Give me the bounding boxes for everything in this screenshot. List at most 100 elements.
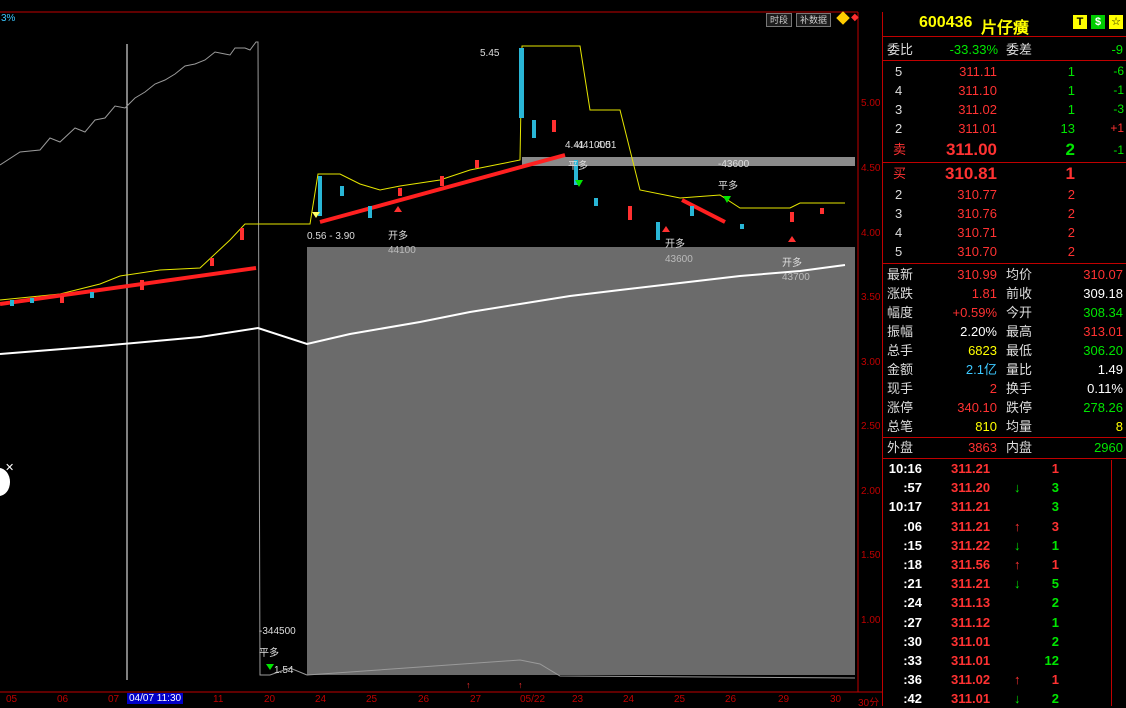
star-badge-icon[interactable]: ☆ — [1109, 15, 1123, 29]
tick-row[interactable]: :06 311.21 ↑ 3 — [883, 517, 1126, 536]
bid-row[interactable]: 4 310.71 2 — [883, 223, 1126, 242]
ask-row[interactable]: 3 311.02 1 -3 — [883, 100, 1126, 119]
outer-label: 外盘 — [887, 440, 914, 455]
trend-line-1 — [0, 266, 257, 306]
y-axis-label: 3.00 — [861, 357, 881, 368]
tick-price: 311.12 — [951, 614, 991, 630]
stat-label: 换手 — [1006, 381, 1033, 396]
x-axis-label: 26 — [418, 694, 430, 705]
ask-price: 311.10 — [958, 83, 997, 98]
bid-row[interactable]: 2 310.77 2 — [883, 185, 1126, 204]
y-axis-label: 2.50 — [861, 421, 881, 432]
signal-arrow-7 — [266, 664, 274, 670]
signal-value: 4.51 — [597, 140, 617, 151]
ask-row-best[interactable]: 卖 311.00 2 -1 — [883, 139, 1126, 161]
signal-range-label: 0.56 - 3.90 — [307, 231, 355, 242]
tick-volume: 1 — [1051, 672, 1059, 688]
tick-row[interactable]: :30 311.01 2 — [883, 632, 1126, 651]
stat-label: 最低 — [1006, 343, 1033, 358]
tick-arrow-icon: ↑ — [1014, 672, 1021, 688]
y-axis-label: 3.50 — [861, 292, 881, 303]
x-axis-label: 29 — [778, 694, 790, 705]
ask-level: 2 — [895, 121, 903, 136]
ask-row[interactable]: 2 311.01 13 +1 — [883, 119, 1126, 138]
tick-row[interactable]: 10:17 311.21 3 — [883, 497, 1126, 516]
tick-row[interactable]: :15 311.22 ↓ 1 — [883, 536, 1126, 555]
signal-price: 1.54 — [274, 665, 294, 676]
tick-price: 311.21 — [951, 576, 991, 592]
stat-value: 310.99 — [957, 267, 997, 282]
tick-row[interactable]: :18 311.56 ↑ 1 — [883, 555, 1126, 574]
ask-level: 4 — [895, 83, 903, 98]
tick-volume: 1 — [1051, 557, 1059, 572]
tick-row[interactable]: :27 311.12 1 — [883, 613, 1126, 632]
tick-time: 10:16 — [888, 461, 922, 476]
bid-price: 310.77 — [957, 187, 997, 202]
tick-row[interactable]: :57 311.20 ↓ 3 — [883, 478, 1126, 497]
bid-level: 3 — [895, 206, 903, 221]
tick-time: :18 — [903, 557, 922, 572]
tick-row[interactable]: :36 311.02 ↑ 1 — [883, 670, 1126, 689]
signal-kind: 开多 — [388, 231, 408, 242]
tick-volume: 1 — [1051, 537, 1059, 553]
bid-volume: 1 — [1065, 164, 1075, 183]
bid-level: 4 — [895, 225, 903, 240]
stat-row: 总手 6823 最低 306.20 — [883, 341, 1126, 360]
x-axis-label: 30 — [830, 694, 842, 705]
tick-row[interactable]: :42 311.01 ↓ 2 — [883, 689, 1126, 708]
signal-arrow-6 — [788, 236, 796, 242]
tick-volume: 5 — [1051, 576, 1059, 592]
tick-time: :30 — [903, 633, 922, 649]
ask-change: -3 — [1113, 102, 1124, 116]
tick-row[interactable]: 10:16 311.21 1 — [883, 459, 1126, 478]
stat-label: 今开 — [1006, 305, 1033, 320]
ask-row[interactable]: 4 311.10 1 -1 — [883, 81, 1126, 100]
period-label[interactable]: 30分 — [858, 694, 879, 706]
bid-level: 5 — [895, 244, 903, 259]
corner-percent: 3% — [1, 13, 16, 24]
signal-kind: 平多 — [568, 161, 588, 172]
kline-chart[interactable]: ↑ ↑ ✕ 3% 时段 补数据 ◆ 5.00 4.50 4.00 3.50 3.… — [0, 0, 882, 706]
tick-price: 311.13 — [951, 595, 991, 611]
stat-value: 0.11% — [1087, 381, 1123, 396]
stat-value: 2.20% — [960, 324, 997, 339]
dollar-badge-icon[interactable]: $ — [1091, 15, 1105, 29]
kline-chart-canvas[interactable]: ↑ ↑ — [0, 0, 882, 706]
stat-label: 振幅 — [887, 324, 914, 339]
x-axis-label: 11 — [213, 694, 224, 705]
weibi-label: 委比 — [887, 42, 914, 57]
t-badge-icon[interactable]: T — [1073, 15, 1087, 29]
tick-row[interactable]: :24 311.13 2 — [883, 593, 1126, 612]
tick-row[interactable]: :21 311.21 ↓ 5 — [883, 574, 1126, 593]
ask-price: 311.02 — [958, 102, 997, 117]
bid-row[interactable]: 5 310.70 2 — [883, 242, 1126, 261]
time-period-button[interactable]: 时段 — [766, 13, 793, 27]
stat-value: 306.20 — [1083, 343, 1123, 358]
signal-kind: 开多 — [782, 258, 802, 269]
stat-label: 现手 — [887, 381, 914, 396]
tick-time: :24 — [903, 595, 922, 611]
tick-scrollbar[interactable] — [1111, 460, 1112, 706]
inner-label: 内盘 — [1006, 440, 1033, 455]
bid-row-best[interactable]: 买 310.81 1 — [883, 163, 1126, 185]
close-icon[interactable]: ✕ — [5, 461, 14, 474]
tick-row[interactable]: :33 311.01 12 — [883, 651, 1126, 670]
menu-arrow-icon[interactable]: ◆ — [851, 12, 859, 23]
ask-level: 5 — [895, 64, 903, 79]
weicha-label: 委差 — [1006, 42, 1033, 57]
stat-label: 涨跌 — [887, 286, 914, 301]
bid-price: 310.70 — [957, 244, 997, 259]
stat-value: 8 — [1115, 419, 1123, 434]
weibi-value: -33.33% — [949, 42, 998, 57]
trend-line-2 — [319, 153, 566, 224]
signal-kind: 平多 — [718, 181, 738, 192]
tick-volume: 2 — [1051, 633, 1059, 649]
bid-row[interactable]: 3 310.76 2 — [883, 204, 1126, 223]
supplement-data-button[interactable]: 补数据 — [796, 13, 832, 27]
stat-value: 1.81 — [971, 286, 997, 301]
ask-row[interactable]: 5 311.11 1 -6 — [883, 62, 1126, 81]
peak-label: 5.45 — [480, 48, 500, 59]
stat-row: 金额 2.1亿 量比 1.49 — [883, 360, 1126, 379]
stat-label: 总手 — [887, 343, 914, 358]
stat-value: 2 — [989, 381, 997, 396]
